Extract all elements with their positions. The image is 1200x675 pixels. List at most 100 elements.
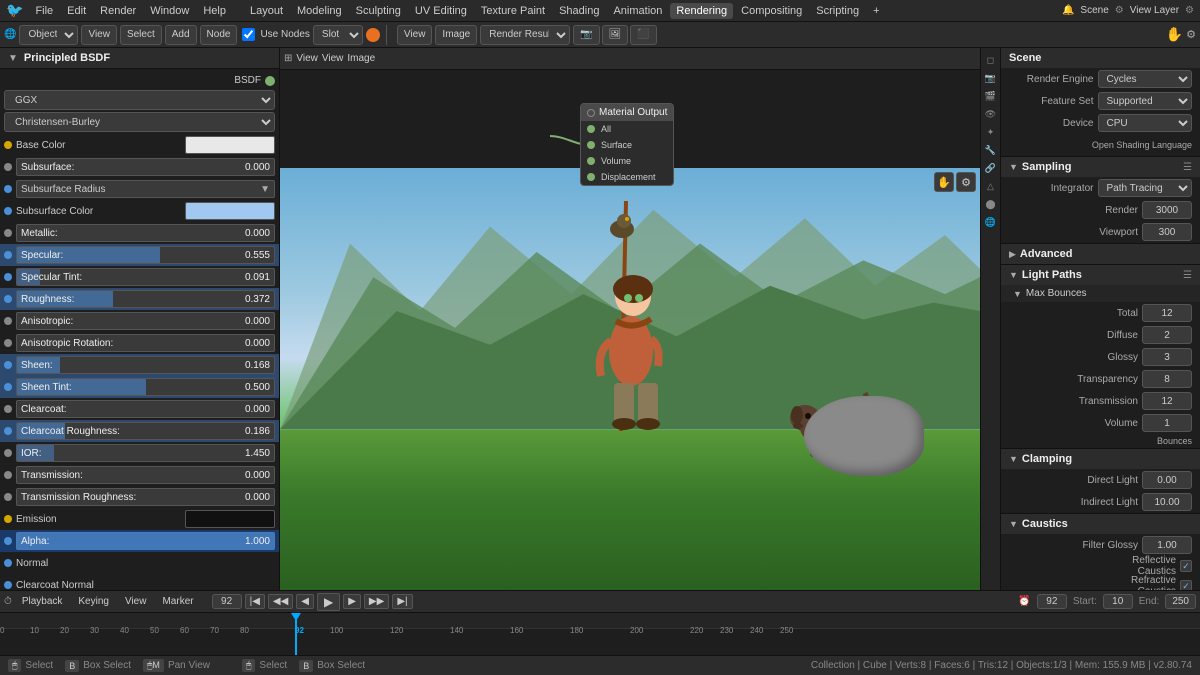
viewport-cursor-btn[interactable]: ✋	[934, 172, 954, 192]
filter-glossy-input[interactable]: 1.00	[1142, 536, 1192, 554]
start-frame[interactable]: 10	[1103, 594, 1133, 609]
subsurface-radius-bar[interactable]: Subsurface Radius ▼	[16, 180, 275, 198]
sampling-menu[interactable]: ☰	[1183, 162, 1192, 173]
image-btn[interactable]: Image	[435, 25, 477, 45]
specular-tint-bar[interactable]: Specular Tint: 0.091	[16, 268, 275, 286]
ggx-select[interactable]: GGX	[4, 90, 275, 110]
side-icon-render[interactable]: 📷	[983, 70, 999, 86]
anisotropic-bar[interactable]: Anisotropic: 0.000	[16, 312, 275, 330]
side-icon-view[interactable]: 👁	[983, 106, 999, 122]
keying-menu[interactable]: Keying	[72, 594, 115, 609]
render-result-select[interactable]: Render Result	[480, 25, 570, 45]
tab-uv-editing[interactable]: UV Editing	[409, 3, 473, 19]
render-samples-input[interactable]: 3000	[1142, 201, 1192, 219]
tab-add[interactable]: +	[867, 3, 885, 19]
tab-rendering[interactable]: Rendering	[670, 3, 733, 19]
node-editor-select-label[interactable]: View	[322, 53, 344, 64]
indirect-light-input[interactable]: 10.00	[1142, 493, 1192, 511]
timeline-ruler-area[interactable]: 0 10 20 30 40 50 60 70 80 92 100 120 140…	[0, 613, 1200, 655]
render-engine-select[interactable]: Cycles	[1098, 70, 1193, 88]
view2-btn[interactable]: View	[397, 25, 433, 45]
anisotropic-rotation-bar[interactable]: Anisotropic Rotation: 0.000	[16, 334, 275, 352]
slot-select[interactable]: Slot 1	[313, 25, 363, 45]
menu-window[interactable]: Window	[144, 3, 195, 19]
transmission-bar[interactable]: Transmission: 0.000	[16, 466, 275, 484]
play-btn[interactable]: ▶	[317, 593, 340, 611]
subsurface-bar[interactable]: Subsurface: 0.000	[16, 158, 275, 176]
render-icon-btn[interactable]: 📷	[573, 25, 599, 45]
roughness-bar[interactable]: Roughness: 0.372	[16, 290, 275, 308]
use-nodes-checkbox[interactable]	[242, 28, 255, 41]
current-frame-right[interactable]: 92	[1037, 594, 1067, 609]
render-icon3-btn[interactable]: ⬛	[630, 25, 656, 45]
emission-swatch[interactable]	[185, 510, 275, 528]
total-bounces-input[interactable]: 12	[1142, 304, 1192, 322]
side-icon-data[interactable]: △	[983, 178, 999, 194]
integrator-select[interactable]: Path Tracing	[1098, 179, 1193, 197]
max-bounces-header[interactable]: ▼ Max Bounces	[1001, 285, 1200, 302]
volume-bounces-input[interactable]: 1	[1142, 414, 1192, 432]
tab-scripting[interactable]: Scripting	[810, 3, 865, 19]
transparency-bounces-input[interactable]: 8	[1142, 370, 1192, 388]
view-btn[interactable]: View	[81, 25, 117, 45]
tab-compositing[interactable]: Compositing	[735, 3, 808, 19]
viewport-settings-btn[interactable]: ⚙	[956, 172, 976, 192]
side-icon-physics[interactable]: 🔧	[983, 142, 999, 158]
tab-modeling[interactable]: Modeling	[291, 3, 348, 19]
side-icon-world[interactable]: 🌐	[983, 214, 999, 230]
scene-name[interactable]: Scene	[1080, 5, 1108, 16]
viewport-samples-input[interactable]: 300	[1142, 223, 1192, 241]
view-menu[interactable]: View	[119, 594, 153, 609]
tab-layout[interactable]: Layout	[244, 3, 289, 19]
light-paths-header[interactable]: ▼ Light Paths ☰	[1001, 265, 1200, 285]
bsdf-collapse-arrow[interactable]: ▼	[8, 53, 18, 64]
menu-file[interactable]: File	[29, 3, 59, 19]
base-color-swatch[interactable]	[185, 136, 275, 154]
tab-texture-paint[interactable]: Texture Paint	[475, 3, 551, 19]
direct-light-input[interactable]: 0.00	[1142, 471, 1192, 489]
render-icon2-btn[interactable]: 🖼	[602, 25, 629, 45]
sheen-tint-bar[interactable]: Sheen Tint: 0.500	[16, 378, 275, 396]
add-btn[interactable]: Add	[165, 25, 197, 45]
prev-frame-btn[interactable]: ◀◀	[268, 594, 293, 609]
side-icon-constraints[interactable]: 🔗	[983, 160, 999, 176]
specular-bar[interactable]: Specular: 0.555	[16, 246, 275, 264]
next-keyframe-btn[interactable]: ▶	[343, 594, 361, 609]
clearcoat-roughness-bar[interactable]: Clearcoat Roughness: 0.186	[16, 422, 275, 440]
advanced-header[interactable]: ▶ Advanced	[1001, 244, 1200, 264]
next-frame-btn[interactable]: ▶▶	[364, 594, 389, 609]
metallic-bar[interactable]: Metallic: 0.000	[16, 224, 275, 242]
tab-shading[interactable]: Shading	[553, 3, 605, 19]
clearcoat-bar[interactable]: Clearcoat: 0.000	[16, 400, 275, 418]
current-frame-display[interactable]: 92	[212, 594, 242, 609]
menu-render[interactable]: Render	[94, 3, 142, 19]
device-select[interactable]: CPU	[1098, 114, 1193, 132]
glossy-bounces-input[interactable]: 3	[1142, 348, 1192, 366]
caustics-header[interactable]: ▼ Caustics	[1001, 514, 1200, 534]
menu-help[interactable]: Help	[197, 3, 232, 19]
subsurface-color-swatch[interactable]	[185, 202, 275, 220]
playback-menu[interactable]: Playback	[16, 594, 69, 609]
ior-bar[interactable]: IOR: 1.450	[16, 444, 275, 462]
side-icon-object[interactable]: ◻	[983, 52, 999, 68]
mode-select[interactable]: Object	[19, 25, 78, 45]
prev-keyframe-btn[interactable]: ◀	[296, 594, 314, 609]
refractive-caustics-checkbox[interactable]: ✓	[1180, 580, 1192, 590]
alpha-bar[interactable]: Alpha: 1.000	[16, 532, 275, 550]
sheen-bar[interactable]: Sheen: 0.168	[16, 356, 275, 374]
node-editor-image-label[interactable]: Image	[347, 53, 375, 64]
jump-start-btn[interactable]: |◀	[245, 594, 265, 609]
christensen-select[interactable]: Christensen-Burley	[4, 112, 275, 132]
feature-set-select[interactable]: Supported	[1098, 92, 1193, 110]
side-icon-material[interactable]: ⬤	[983, 196, 999, 212]
marker-menu[interactable]: Marker	[156, 594, 199, 609]
diffuse-bounces-input[interactable]: 2	[1142, 326, 1192, 344]
view-layer-name[interactable]: View Layer	[1130, 5, 1179, 16]
transmission-bounces-input[interactable]: 12	[1142, 392, 1192, 410]
jump-end-btn[interactable]: ▶|	[392, 594, 412, 609]
end-frame[interactable]: 250	[1165, 594, 1196, 609]
sampling-header[interactable]: ▼ Sampling ☰	[1001, 157, 1200, 177]
side-icon-output[interactable]: 🎬	[983, 88, 999, 104]
tab-animation[interactable]: Animation	[607, 3, 668, 19]
node-editor-view-label[interactable]: View	[296, 53, 318, 64]
